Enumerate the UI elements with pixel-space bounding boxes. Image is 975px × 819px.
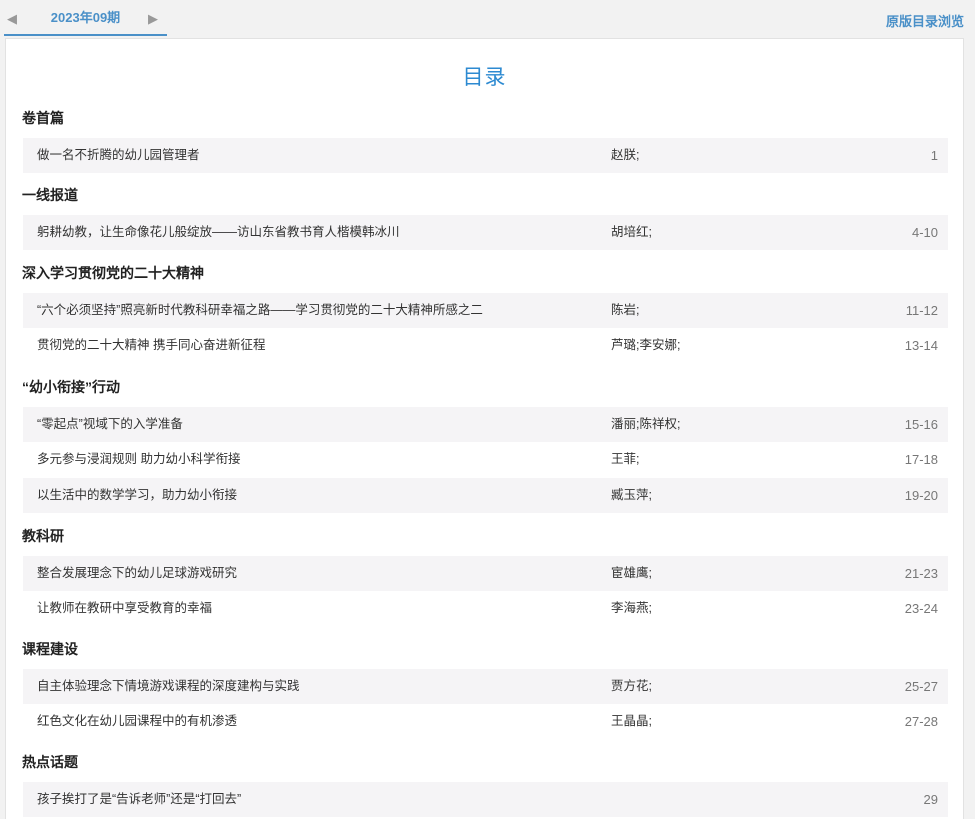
article-pages: 17-18 [904,452,938,467]
section-heading: “幼小衔接”行动 [22,379,120,395]
article-title[interactable]: 红色文化在幼儿园课程中的有机渗透 [37,704,237,739]
issue-nav-bar: ◀ 2023年09期 ▶ 原版目录浏览 [0,0,975,38]
article-row[interactable]: “零起点”视域下的入学准备 潘丽;陈祥权; 15-16 [23,407,948,442]
article-title[interactable]: 整合发展理念下的幼儿足球游戏研究 [37,556,237,591]
issue-tab[interactable]: 2023年09期 [4,0,167,36]
article-pages: 29 [923,792,938,807]
article-row[interactable]: 孩子挨打了是“告诉老师”还是“打回去” 29 [23,782,948,817]
article-author: 臧玉萍; [611,488,652,502]
article-row[interactable]: “六个必须坚持”照亮新时代教科研幸福之路——学习贯彻党的二十大精神所感之二 陈岩… [23,293,948,328]
article-row[interactable]: 让教师在教研中享受教育的幸福 李海燕; 23-24 [23,591,948,626]
article-row[interactable]: 自主体验理念下情境游戏课程的深度建构与实践 贾方花; 25-27 [23,669,948,704]
article-pages: 11-12 [905,303,938,318]
triangle-right-icon[interactable]: ▶ [148,12,158,26]
article-author: 王晶晶; [611,714,652,728]
article-title[interactable]: 做一名不折腾的幼儿园管理者 [37,138,200,173]
article-author: 潘丽;陈祥权; [611,417,681,431]
toc-panel: 目录 卷首篇 做一名不折腾的幼儿园管理者 赵朕; 1 一线报道 躬耕幼教，让生命… [5,38,964,819]
article-pages: 13-14 [904,338,938,353]
section-heading: 卷首篇 [22,110,64,126]
article-title[interactable]: “六个必须坚持”照亮新时代教科研幸福之路——学习贯彻党的二十大精神所感之二 [37,293,483,328]
article-author: 宦雄鹰; [611,566,652,580]
article-row[interactable]: 多元参与浸润规则 助力幼小科学衔接 王菲; 17-18 [23,442,948,477]
article-pages: 21-23 [904,566,938,581]
article-row[interactable]: 贯彻党的二十大精神 携手同心奋进新征程 芦璐;李安娜; 13-14 [23,328,948,363]
article-title[interactable]: 多元参与浸润规则 助力幼小科学衔接 [37,442,240,477]
article-title[interactable]: 自主体验理念下情境游戏课程的深度建构与实践 [37,669,300,704]
article-row[interactable]: 整合发展理念下的幼儿足球游戏研究 宦雄鹰; 21-23 [23,556,948,591]
article-title[interactable]: 贯彻党的二十大精神 携手同心奋进新征程 [37,328,265,363]
article-row[interactable]: 以生活中的数学学习，助力幼小衔接 臧玉萍; 19-20 [23,478,948,513]
section-heading: 热点话题 [22,754,78,770]
article-row[interactable]: 做一名不折腾的幼儿园管理者 赵朕; 1 [23,138,948,173]
article-pages: 19-20 [904,488,938,503]
article-author: 胡培红; [611,225,652,239]
section-heading: 教科研 [22,528,64,544]
article-author: 芦璐;李安娜; [611,338,681,352]
article-pages: 4-10 [911,225,938,240]
article-title[interactable]: 让教师在教研中享受教育的幸福 [37,591,212,626]
article-title[interactable]: “零起点”视域下的入学准备 [37,407,183,442]
article-pages: 27-28 [904,714,938,729]
article-title[interactable]: 孩子挨打了是“告诉老师”还是“打回去” [37,782,241,817]
section-heading: 一线报道 [22,187,78,203]
toc-title: 目录 [462,66,507,89]
issue-label: 2023年09期 [50,10,121,25]
article-title[interactable]: 以生活中的数学学习，助力幼小衔接 [37,478,237,513]
article-pages: 25-27 [904,679,938,694]
article-pages: 1 [930,148,938,163]
article-author: 陈岩; [611,303,640,317]
article-row[interactable]: 躬耕幼教，让生命像花儿般绽放——访山东省教书育人楷模韩冰川 胡培红; 4-10 [23,215,948,250]
article-row[interactable]: 红色文化在幼儿园课程中的有机渗透 王晶晶; 27-28 [23,704,948,739]
article-title[interactable]: 躬耕幼教，让生命像花儿般绽放——访山东省教书育人楷模韩冰川 [37,215,400,250]
article-author: 赵朕; [611,148,640,162]
section-heading: 深入学习贯彻党的二十大精神 [22,265,204,281]
article-author: 贾方花; [611,679,652,693]
article-pages: 15-16 [904,417,938,432]
original-toc-link[interactable]: 原版目录浏览 [886,11,964,30]
article-author: 王菲; [611,452,640,466]
section-heading: 课程建设 [22,641,78,657]
article-author: 李海燕; [611,601,652,615]
article-pages: 23-24 [904,601,938,616]
